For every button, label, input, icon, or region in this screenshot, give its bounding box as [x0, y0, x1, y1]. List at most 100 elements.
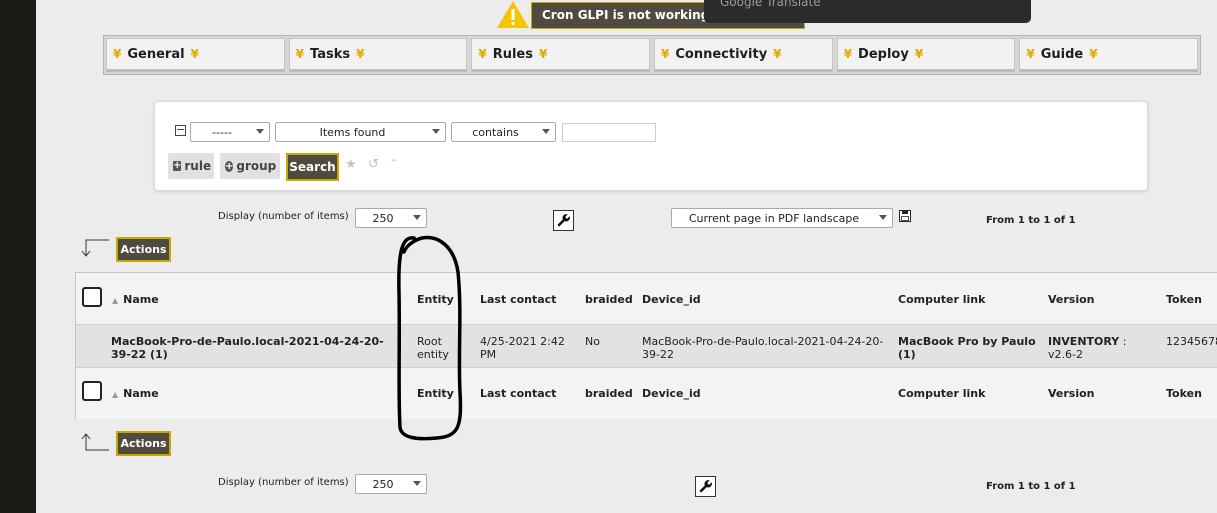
cell-token: 12345678 — [1166, 335, 1217, 348]
operator-select[interactable]: contains — [451, 122, 556, 142]
menu-tasks[interactable]: ¥ Tasks ¥ — [288, 38, 468, 72]
chevron-down-icon: ¥ — [843, 47, 853, 61]
chevron-down-icon: ¥ — [113, 47, 122, 61]
chevron-down-icon: ¥ — [190, 47, 199, 61]
display-count-select[interactable]: 250 — [355, 208, 427, 228]
export-select[interactable]: Current page in PDF landscape — [671, 208, 893, 228]
chevron-down-icon: ¥ — [356, 47, 365, 61]
menu-deploy[interactable]: ¥ Deploy ¥ — [836, 38, 1016, 72]
results-table: ▲ Name Entity Last contact braided Device… — [75, 272, 1217, 419]
save-export-icon[interactable] — [899, 210, 911, 222]
select-all-checkbox[interactable] — [82, 287, 102, 307]
cell-device-id: MacBook-Pro-de-Paulo.local-2021-04-24-20… — [642, 335, 884, 361]
menu-label: Connectivity — [675, 46, 768, 62]
menu-label: Rules — [492, 46, 533, 62]
column-header-computer-link[interactable]: Computer link — [898, 387, 985, 400]
menu-label: Tasks — [310, 46, 351, 62]
column-header-braided[interactable]: braided — [585, 387, 633, 400]
menu-label: Deploy — [858, 46, 909, 62]
criteria-select-value: Items found — [319, 125, 386, 139]
display-label: Display (number of items) — [218, 477, 349, 488]
arrow-up-left-icon — [81, 433, 109, 451]
column-header-braided[interactable]: braided — [585, 293, 633, 306]
plus-icon: + — [173, 160, 182, 171]
column-settings-button[interactable] — [695, 476, 716, 497]
field-select[interactable]: ----- — [190, 122, 270, 142]
display-count-select[interactable]: 250 — [355, 474, 427, 494]
chevron-down-icon — [256, 129, 264, 134]
google-translate-label: Google Translate — [720, 0, 821, 9]
menu-general[interactable]: ¥ General ¥ — [106, 38, 285, 72]
warning-icon — [497, 1, 529, 28]
remove-criteria-icon[interactable]: − — [175, 124, 186, 136]
collapse-icon[interactable]: ⌃ — [389, 157, 398, 170]
column-header-label: Name — [123, 293, 159, 306]
column-settings-button[interactable] — [553, 210, 574, 231]
field-select-value: ----- — [212, 125, 232, 139]
column-header-token[interactable]: Token — [1166, 387, 1202, 400]
chevron-down-icon: ¥ — [914, 47, 924, 61]
cell-name[interactable]: MacBook-Pro-de-Paulo.local-2021-04-24-20… — [111, 335, 401, 361]
display-count-value: 250 — [372, 477, 394, 491]
column-header-computer-link[interactable]: Computer link — [898, 293, 985, 306]
column-header-name[interactable]: ▲ Name — [112, 293, 159, 307]
search-value-input[interactable] — [562, 123, 656, 142]
main-menu: ¥ General ¥ ¥ Tasks ¥ ¥ Rules ¥ ¥ Connec… — [103, 35, 1201, 75]
chevron-down-icon: ¥ — [478, 47, 487, 61]
actions-button-bottom[interactable]: Actions — [116, 431, 171, 456]
left-dark-strip — [0, 0, 36, 513]
chevron-down-icon: ¥ — [773, 47, 782, 61]
chevron-down-icon — [413, 215, 421, 220]
column-header-version[interactable]: Version — [1048, 293, 1095, 306]
menu-label: Guide — [1040, 46, 1084, 62]
add-group-label: group — [236, 159, 277, 173]
table-footer: ▲ Name Entity Last contact braided Device… — [76, 368, 1217, 419]
column-header-device-id[interactable]: Device_id — [642, 293, 701, 306]
column-header-label: Name — [123, 387, 159, 400]
reset-icon[interactable]: ↺ — [368, 157, 379, 172]
display-count-value: 250 — [372, 211, 394, 225]
version-type: INVENTORY — [1048, 335, 1120, 348]
menu-label: General — [127, 46, 185, 62]
chevron-down-icon — [542, 129, 550, 134]
actions-button-top[interactable]: Actions — [116, 237, 171, 262]
cell-last-contact: 4/25-2021 2:42 PM — [480, 335, 565, 361]
cell-computer-link[interactable]: MacBook Pro by Paulo (1) — [898, 335, 1043, 361]
chevron-down-icon: ¥ — [1026, 47, 1035, 61]
sort-icon: ▲ — [112, 390, 119, 399]
cell-version: INVENTORY : v2.6-2 — [1048, 335, 1148, 361]
menu-rules[interactable]: ¥ Rules ¥ — [471, 38, 651, 72]
operator-select-value: contains — [472, 125, 519, 139]
add-rule-label: rule — [184, 159, 212, 173]
column-header-last-contact[interactable]: Last contact — [480, 387, 556, 400]
chevron-down-icon — [879, 215, 887, 220]
menu-guide[interactable]: ¥ Guide ¥ — [1019, 38, 1199, 72]
column-header-device-id[interactable]: Device_id — [642, 387, 701, 400]
chevron-down-icon: ¥ — [295, 47, 305, 61]
select-all-checkbox[interactable] — [82, 381, 102, 401]
column-header-name[interactable]: ▲ Name — [112, 387, 159, 401]
chevron-down-icon: ¥ — [538, 47, 548, 61]
column-header-last-contact[interactable]: Last contact — [480, 293, 556, 306]
criteria-select[interactable]: Items found — [275, 122, 446, 142]
sort-icon: ▲ — [112, 296, 119, 305]
highlight-annotation — [397, 235, 463, 441]
chevron-down-icon: ¥ — [661, 47, 670, 61]
chevron-down-icon — [413, 481, 421, 486]
add-group-button[interactable]: + group — [220, 153, 280, 179]
table-header: ▲ Name Entity Last contact braided Device… — [76, 273, 1217, 324]
star-icon[interactable]: ★ — [345, 157, 357, 172]
column-header-token[interactable]: Token — [1166, 293, 1202, 306]
menu-connectivity[interactable]: ¥ Connectivity ¥ — [654, 38, 833, 72]
add-rule-button[interactable]: + rule — [168, 153, 214, 179]
wrench-icon — [699, 480, 712, 493]
pager-info: From 1 to 1 of 1 — [986, 481, 1076, 492]
column-header-version[interactable]: Version — [1048, 387, 1095, 400]
cell-braided: No — [585, 335, 600, 348]
arrow-down-left-icon — [81, 239, 109, 257]
google-translate-popup: Google Translate — [704, 0, 1031, 23]
table-row[interactable]: MacBook-Pro-de-Paulo.local-2021-04-24-20… — [76, 324, 1217, 368]
wrench-icon — [557, 214, 570, 227]
chevron-down-icon — [432, 129, 440, 134]
search-button[interactable]: Search — [286, 153, 339, 181]
